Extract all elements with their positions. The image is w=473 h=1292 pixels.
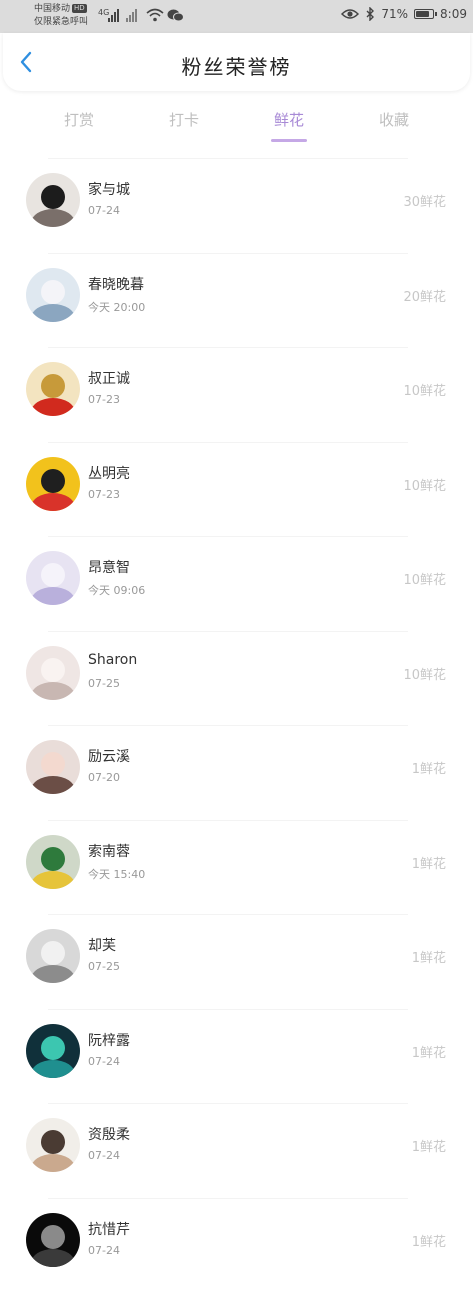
fan-time: 07-24: [88, 204, 120, 217]
list-item[interactable]: 却芙 07-25 1鲜花: [0, 914, 473, 1009]
avatar[interactable]: [26, 551, 80, 605]
eye-icon: [341, 8, 359, 20]
tab-flowers[interactable]: 鲜花: [249, 109, 329, 130]
fan-name: 春晓晚暮: [88, 274, 144, 294]
fan-time: 今天 09:06: [88, 582, 145, 598]
hd-badge: HD: [72, 4, 87, 13]
emergency-only-text: 仅限紧急呼叫: [34, 16, 88, 29]
page-header: 粉丝荣誉榜: [3, 33, 470, 91]
fan-name: 励云溪: [88, 746, 130, 766]
fan-name: 抗惜芹: [88, 1219, 130, 1239]
battery-icon: [414, 9, 434, 19]
fan-time: 07-24: [88, 1149, 120, 1162]
avatar[interactable]: [26, 740, 80, 794]
divider: [48, 536, 408, 537]
list-item[interactable]: 励云溪 07-20 1鲜花: [0, 725, 473, 820]
list-item[interactable]: 丛明亮 07-23 10鲜花: [0, 442, 473, 537]
flower-count: 1鲜花: [412, 758, 446, 777]
fan-time: 07-25: [88, 677, 120, 690]
flower-count: 10鲜花: [403, 569, 446, 588]
divider: [48, 1103, 408, 1104]
flower-count: 10鲜花: [403, 380, 446, 399]
tab-checkin[interactable]: 打卡: [144, 109, 224, 130]
flower-count: 1鲜花: [412, 1042, 446, 1061]
fan-name: 家与城: [88, 179, 130, 199]
signal-icon: [126, 8, 140, 22]
fan-time: 07-23: [88, 393, 120, 406]
list-item[interactable]: 叔正诚 07-23 10鲜花: [0, 347, 473, 442]
fan-time: 07-24: [88, 1244, 120, 1257]
flower-count: 1鲜花: [412, 1231, 446, 1250]
divider: [48, 725, 408, 726]
list-item[interactable]: 家与城 07-24 30鲜花: [0, 158, 473, 253]
divider: [48, 347, 408, 348]
list-item[interactable]: 阮梓露 07-24 1鲜花: [0, 1009, 473, 1104]
fan-time: 今天 20:00: [88, 299, 145, 315]
list-item[interactable]: 资殷柔 07-24 1鲜花: [0, 1103, 473, 1198]
divider: [48, 253, 408, 254]
fan-name: 叔正诚: [88, 368, 130, 388]
flower-count: 1鲜花: [412, 947, 446, 966]
fan-time: 07-25: [88, 960, 120, 973]
fan-name: 昂意智: [88, 557, 130, 577]
fan-time: 07-24: [88, 1055, 120, 1068]
avatar[interactable]: [26, 929, 80, 983]
list-item[interactable]: 春晓晚暮今天 20:00 20鲜花: [0, 253, 473, 348]
fan-name: 丛明亮: [88, 463, 130, 483]
fan-name: 却芙: [88, 935, 116, 955]
divider: [48, 1198, 408, 1199]
active-tab-indicator: [271, 139, 307, 142]
list-item[interactable]: 昂意智今天 09:06 10鲜花: [0, 536, 473, 631]
divider: [48, 820, 408, 821]
list-item[interactable]: 索南蓉今天 15:40 1鲜花: [0, 820, 473, 915]
carrier-info: 中国移动HD 仅限紧急呼叫: [34, 3, 88, 29]
fan-name: 资殷柔: [88, 1124, 130, 1144]
avatar[interactable]: [26, 1213, 80, 1267]
wechat-icon: [167, 9, 184, 22]
avatar[interactable]: [26, 835, 80, 889]
list-item[interactable]: 抗惜芹 07-24 1鲜花: [0, 1198, 473, 1292]
avatar[interactable]: [26, 646, 80, 700]
status-bar: 中国移动HD 仅限紧急呼叫 4G 71% 8:09: [0, 0, 473, 33]
flower-count: 20鲜花: [403, 286, 446, 305]
divider: [48, 631, 408, 632]
tab-bar: 打赏 打卡 鲜花 收藏: [0, 100, 473, 146]
flower-count: 30鲜花: [403, 191, 446, 210]
list-item[interactable]: Sharon 07-25 10鲜花: [0, 631, 473, 726]
page-title: 粉丝荣誉榜: [3, 51, 470, 80]
carrier-name: 中国移动: [34, 4, 70, 14]
tab-reward[interactable]: 打赏: [39, 109, 119, 130]
avatar[interactable]: [26, 362, 80, 416]
fan-name: 索南蓉: [88, 841, 130, 861]
fan-time: 07-23: [88, 488, 120, 501]
divider: [48, 442, 408, 443]
divider: [48, 158, 408, 159]
avatar[interactable]: [26, 457, 80, 511]
signal-icon: [108, 8, 122, 22]
tab-favorites[interactable]: 收藏: [354, 109, 434, 130]
fan-time: 今天 15:40: [88, 866, 145, 882]
avatar[interactable]: [26, 173, 80, 227]
battery-percent: 71%: [381, 7, 408, 21]
flower-count: 10鲜花: [403, 475, 446, 494]
fan-name: 阮梓露: [88, 1030, 130, 1050]
bluetooth-icon: [365, 7, 375, 21]
avatar[interactable]: [26, 1118, 80, 1172]
divider: [48, 1009, 408, 1010]
status-right: 71% 8:09: [341, 7, 467, 21]
flower-count: 1鲜花: [412, 853, 446, 872]
flower-count: 10鲜花: [403, 664, 446, 683]
clock: 8:09: [440, 7, 467, 21]
flower-count: 1鲜花: [412, 1136, 446, 1155]
avatar[interactable]: [26, 268, 80, 322]
fan-name: Sharon: [88, 652, 137, 668]
wifi-icon: [146, 8, 164, 22]
fan-time: 07-20: [88, 771, 120, 784]
avatar[interactable]: [26, 1024, 80, 1078]
divider: [48, 914, 408, 915]
